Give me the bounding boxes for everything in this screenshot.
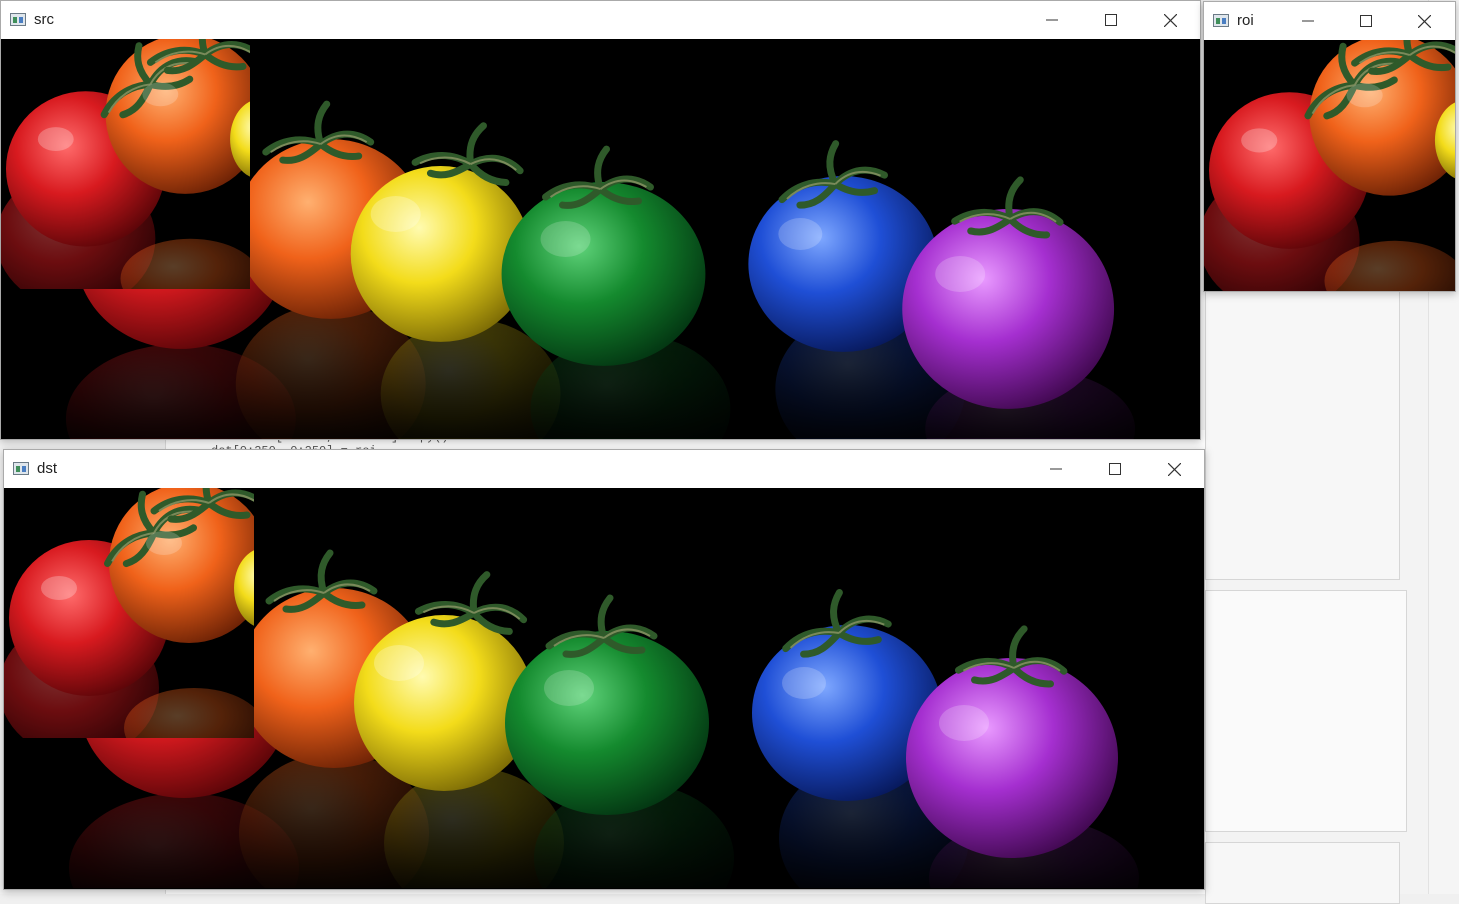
close-icon xyxy=(1167,462,1181,476)
roi-image xyxy=(1204,40,1455,291)
close-button[interactable] xyxy=(1395,2,1453,40)
close-button[interactable] xyxy=(1141,1,1199,39)
maximize-icon xyxy=(1105,14,1117,26)
maximize-button[interactable] xyxy=(1086,450,1144,488)
window-app-icon xyxy=(1213,14,1229,27)
roi-pasted-region xyxy=(4,488,254,738)
minimize-button[interactable] xyxy=(1023,1,1081,39)
close-button[interactable] xyxy=(1145,450,1203,488)
minimize-button[interactable] xyxy=(1279,2,1337,40)
roi-image xyxy=(1,39,250,289)
roi-pasted-region xyxy=(1,39,250,289)
roi-image-canvas xyxy=(1204,40,1455,291)
maximize-button[interactable] xyxy=(1082,1,1140,39)
maximize-button[interactable] xyxy=(1337,2,1395,40)
close-icon xyxy=(1417,14,1431,28)
src-image-canvas xyxy=(1,39,1200,439)
dst-image-canvas xyxy=(4,488,1204,889)
maximize-icon xyxy=(1109,463,1121,475)
dst-titlebar[interactable]: dst xyxy=(4,450,1204,488)
src-titlebar[interactable]: src xyxy=(1,1,1200,39)
minimize-icon xyxy=(1050,468,1062,470)
background-panel xyxy=(1205,290,1400,580)
close-icon xyxy=(1163,13,1177,27)
background-panel xyxy=(1205,842,1400,904)
maximize-icon xyxy=(1360,15,1372,27)
src-window[interactable]: src xyxy=(0,0,1201,440)
dst-window[interactable]: dst xyxy=(3,449,1205,890)
window-title: roi xyxy=(1237,12,1254,29)
window-app-icon xyxy=(10,13,26,26)
roi-titlebar[interactable]: roi xyxy=(1204,2,1455,40)
window-title: src xyxy=(34,11,54,28)
window-title: dst xyxy=(37,460,58,477)
minimize-button[interactable] xyxy=(1027,450,1085,488)
background-panel xyxy=(1205,590,1407,832)
roi-window[interactable]: roi xyxy=(1203,1,1456,292)
minimize-icon xyxy=(1302,20,1314,22)
minimize-icon xyxy=(1046,19,1058,21)
window-app-icon xyxy=(13,462,29,475)
roi-image xyxy=(4,488,254,738)
